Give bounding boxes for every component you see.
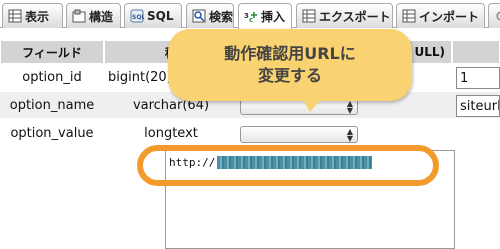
search-icon [192, 9, 206, 23]
tab-export[interactable]: エクスポート [296, 3, 393, 28]
tab-import-label: インポート [419, 9, 480, 24]
callout-line-1: 動作確認用URLに [224, 44, 356, 63]
callout-tail [302, 98, 322, 112]
callout-bubble: 動作確認用URLに 変更する [168, 29, 412, 101]
header-field-label: フィールド [22, 45, 82, 60]
tab-more[interactable] [488, 3, 500, 28]
tab-search-label: 検索 [209, 9, 234, 24]
header-null-label: ULL) [414, 45, 445, 59]
header-value [452, 40, 500, 64]
tab-sql[interactable]: SQL SQL [124, 3, 182, 28]
tab-search[interactable]: 検索 [186, 3, 234, 28]
field-option-name: option_name [9, 97, 95, 113]
value-input-option-name[interactable]: siteurl [456, 95, 500, 117]
callout-line-2: 変更する [257, 66, 322, 85]
more-icon [494, 9, 500, 23]
tab-bar: 表示 構造 SQL SQL 検索 3c 挿入 エクスポート インポート [0, 0, 500, 29]
header-field: フィールド [0, 40, 104, 64]
tab-insert[interactable]: 3c 挿入 [238, 3, 292, 29]
select-arrows-icon: ▲▼ [346, 127, 353, 143]
highlight-ring [137, 145, 439, 186]
value-input-option-id[interactable]: 1 [456, 67, 500, 89]
svg-text:c: c [249, 16, 253, 24]
tab-browse-label: 表示 [25, 9, 50, 24]
tab-structure[interactable]: 構造 [66, 3, 121, 28]
sql-icon: SQL [130, 9, 144, 23]
svg-text:SQL: SQL [132, 14, 144, 21]
function-select-option-value[interactable]: ▲ ▼ [240, 126, 358, 143]
tab-sql-label: SQL [147, 9, 174, 23]
tab-import[interactable]: インポート [396, 3, 485, 28]
export-icon [302, 9, 316, 23]
import-icon [402, 9, 416, 23]
tab-browse[interactable]: 表示 [2, 3, 63, 28]
tab-export-label: エクスポート [319, 9, 391, 24]
structure-icon [72, 9, 86, 23]
insert-icon: 3c [244, 10, 258, 24]
tab-insert-label: 挿入 [261, 10, 286, 24]
select-arrows-icon: ▲▼ [346, 99, 353, 115]
type-option-id: bigint(20) [108, 69, 172, 85]
type-option-value: longtext [144, 125, 198, 141]
field-option-id: option_id [22, 69, 82, 85]
field-option-value: option_value [10, 125, 94, 141]
browse-table-icon [8, 9, 22, 23]
tab-structure-label: 構造 [89, 9, 114, 24]
